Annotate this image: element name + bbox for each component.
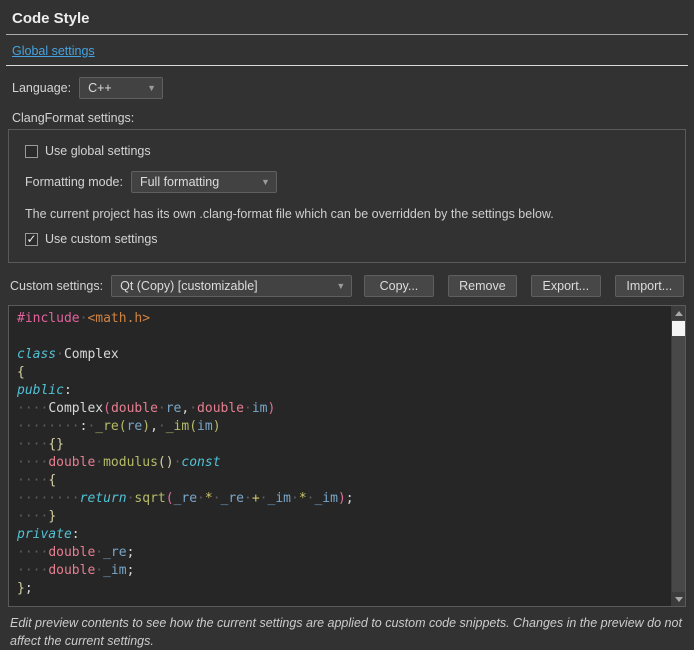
code-line: }; (17, 580, 665, 598)
language-value: C++ (88, 81, 137, 95)
code-line: class·Complex (17, 346, 665, 364)
code-line: ····double·modulus()·const (17, 454, 665, 472)
formatting-mode-combobox[interactable]: Full formatting ▼ (131, 171, 277, 193)
page-title: Code Style (12, 10, 682, 27)
custom-settings-value: Qt (Copy) [customizable] (120, 279, 326, 293)
custom-settings-combobox[interactable]: Qt (Copy) [customizable] ▼ (111, 275, 352, 297)
scroll-down-button[interactable] (672, 592, 685, 606)
code-line: ····} (17, 508, 665, 526)
formatting-mode-row: Formatting mode: Full formatting ▼ (25, 171, 671, 193)
use-custom-settings-label: Use custom settings (45, 232, 158, 246)
language-row: Language: C++ ▼ (12, 77, 682, 99)
code-line: #include·<math.h> (17, 310, 665, 328)
formatting-mode-label: Formatting mode: (25, 175, 123, 189)
language-label: Language: (12, 81, 71, 95)
language-combobox[interactable]: C++ ▼ (79, 77, 163, 99)
vertical-scrollbar[interactable] (671, 306, 685, 606)
code-style-settings-page: Code Style Global settings Language: C++… (0, 0, 694, 650)
copy-button[interactable]: Copy... (364, 275, 433, 297)
title-divider (6, 34, 688, 35)
code-line: private: (17, 526, 665, 544)
code-line: ········return·sqrt(_re·*·_re·+·_im·*·_i… (17, 490, 665, 508)
use-global-settings-checkbox[interactable] (25, 145, 38, 158)
code-line: ····double·_re; (17, 544, 665, 562)
code-line: ····double·_im; (17, 562, 665, 580)
clang-format-note: The current project has its own .clang-f… (25, 207, 671, 221)
code-preview-editor[interactable]: #include·<math.h> class·Complex{public:·… (8, 305, 686, 607)
code-editor-content[interactable]: #include·<math.h> class·Complex{public:·… (9, 306, 685, 602)
code-line: public: (17, 382, 665, 400)
link-divider (6, 65, 688, 66)
use-global-settings-label: Use global settings (45, 144, 151, 158)
formatting-mode-value: Full formatting (140, 175, 251, 189)
export-button[interactable]: Export... (531, 275, 600, 297)
code-line: ····{ (17, 472, 665, 490)
chevron-down-icon: ▼ (147, 83, 156, 93)
import-button[interactable]: Import... (615, 275, 684, 297)
code-line: { (17, 364, 665, 382)
clangformat-groupbox: Use global settings Formatting mode: Ful… (8, 129, 686, 263)
global-settings-link[interactable]: Global settings (12, 44, 95, 58)
scrollbar-thumb[interactable] (672, 321, 685, 336)
use-custom-settings-row: Use custom settings (25, 232, 671, 246)
use-global-settings-row: Use global settings (25, 144, 671, 158)
chevron-down-icon: ▼ (336, 281, 345, 291)
chevron-down-icon: ▼ (261, 177, 270, 187)
scroll-up-button[interactable] (672, 306, 685, 320)
footer-hint-text: Edit preview contents to see how the cur… (10, 614, 684, 650)
remove-button[interactable]: Remove (448, 275, 517, 297)
custom-settings-label: Custom settings: (10, 279, 103, 293)
code-line (17, 328, 665, 346)
code-line: ········:·_re(re),·_im(im) (17, 418, 665, 436)
custom-settings-row: Custom settings: Qt (Copy) [customizable… (10, 275, 684, 297)
code-line: ····Complex(double·re,·double·im) (17, 400, 665, 418)
use-custom-settings-checkbox[interactable] (25, 233, 38, 246)
clangformat-section-label: ClangFormat settings: (12, 111, 682, 125)
triangle-up-icon (675, 311, 683, 316)
triangle-down-icon (675, 597, 683, 602)
code-line: ····{} (17, 436, 665, 454)
